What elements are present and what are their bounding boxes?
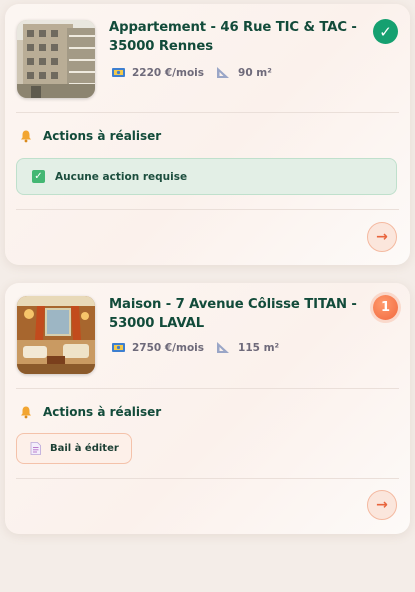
no-action-banner: ✓ Aucune action requise	[16, 158, 397, 195]
divider	[16, 388, 399, 389]
divider	[16, 478, 399, 479]
no-action-text: Aucune action requise	[55, 170, 188, 183]
property-thumbnail	[17, 296, 95, 374]
checkbox-icon: ✓	[32, 170, 45, 183]
bell-icon	[21, 130, 31, 143]
set-square-icon	[217, 67, 230, 78]
property-card[interactable]: Maison - 7 Avenue Côlisse TITAN - 53000 …	[5, 283, 410, 534]
document-icon	[30, 442, 41, 455]
bell-icon	[21, 406, 31, 419]
property-meta: 2220 €/mois 90 m²	[111, 65, 272, 80]
open-property-button[interactable]: →	[367, 490, 397, 520]
property-card[interactable]: Appartement - 46 Rue TIC & TAC - 35000 R…	[5, 4, 410, 265]
set-square-icon	[217, 342, 230, 353]
pending-count-badge: 1	[373, 295, 398, 320]
property-title: Maison - 7 Avenue Côlisse TITAN - 53000 …	[109, 297, 357, 331]
actions-section-header: Actions à réaliser	[19, 405, 161, 419]
actions-heading: Actions à réaliser	[43, 405, 162, 419]
property-meta: 2750 €/mois 115 m²	[111, 340, 279, 355]
divider	[16, 112, 399, 113]
arrow-right-icon: →	[376, 229, 388, 245]
divider	[16, 209, 399, 210]
actions-section-header: Actions à réaliser	[19, 129, 161, 143]
property-title: Appartement - 46 Rue TIC & TAC - 35000 R…	[109, 20, 357, 54]
actions-heading: Actions à réaliser	[43, 129, 162, 143]
open-property-button[interactable]: →	[367, 222, 397, 252]
check-icon: ✓	[373, 19, 398, 44]
money-icon	[112, 343, 125, 352]
surface-value: 90 m²	[238, 66, 272, 79]
arrow-right-icon: →	[376, 497, 388, 513]
property-thumbnail	[17, 20, 95, 98]
money-icon	[112, 68, 125, 77]
action-chip-label: Bail à éditer	[50, 443, 119, 454]
rent-value: 2220 €/mois	[132, 66, 205, 79]
action-chip-lease[interactable]: Bail à éditer	[16, 433, 132, 464]
rent-value: 2750 €/mois	[132, 341, 205, 354]
surface-value: 115 m²	[238, 341, 280, 354]
